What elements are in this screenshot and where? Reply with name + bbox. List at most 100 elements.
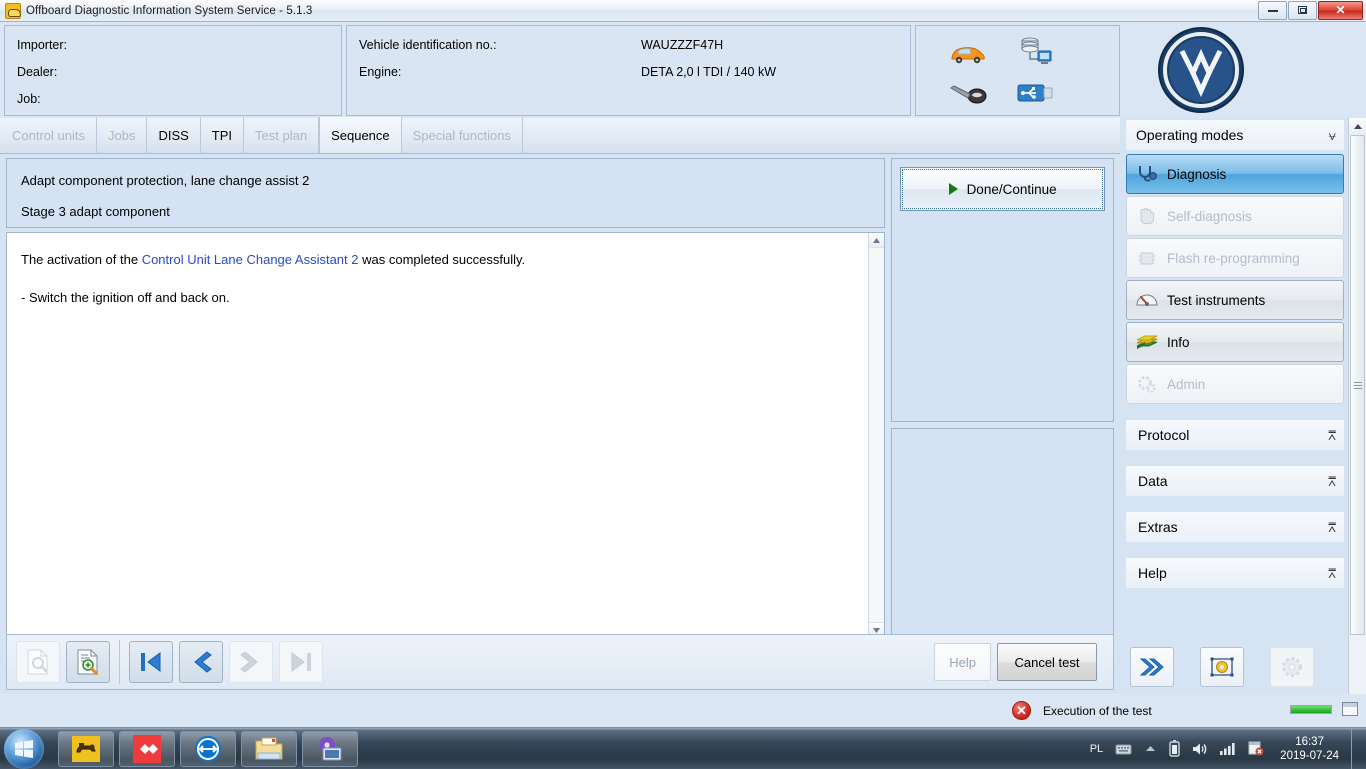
sidebar-item-self-diagnosis[interactable]: Self-diagnosis [1126, 196, 1344, 236]
tab-jobs[interactable]: Jobs [97, 117, 148, 153]
sidebar-item-label: Self-diagnosis [1167, 208, 1252, 224]
sidebar-item-info[interactable]: Info [1126, 322, 1344, 362]
action-button-column: Done/Continue [891, 158, 1114, 638]
server-network-icon[interactable] [1001, 33, 1068, 73]
taskbar-clock[interactable]: 16:37 2019-07-24 [1280, 735, 1339, 763]
gears-icon [1135, 372, 1159, 396]
language-indicator[interactable]: PL [1090, 743, 1103, 755]
done-continue-label: Done/Continue [966, 181, 1057, 197]
teamviewer-taskbar-item[interactable] [180, 730, 236, 767]
close-button[interactable]: ✕ [1318, 0, 1363, 20]
job-row: Job: [17, 92, 341, 106]
job-label: Job: [17, 92, 41, 106]
sidebar-item-diagnosis[interactable]: Diagnosis [1126, 154, 1344, 194]
windows-start-orb[interactable] [4, 728, 44, 769]
tab-label: Sequence [331, 127, 390, 143]
chevron-down-icon[interactable]: ⩞ [1328, 475, 1336, 488]
keyboard-icon[interactable] [1115, 743, 1132, 755]
sidebar-item-label: Flash re-programming [1167, 250, 1300, 266]
play-triangle-icon [948, 183, 958, 195]
window-titlebar: Offboard Diagnostic Information System S… [0, 0, 1366, 22]
paragraph-1-post: was completed successfully. [358, 252, 526, 267]
red-app-taskbar-item[interactable] [119, 730, 175, 767]
status-message: Execution of the test [1043, 703, 1152, 718]
done-continue-button[interactable]: Done/Continue [900, 167, 1105, 211]
flash-chip-icon [1135, 246, 1159, 270]
sidebar-item-flash-reprogramming[interactable]: Flash re-programming [1126, 238, 1344, 278]
sidebar-bottom-toolbar [1130, 640, 1348, 694]
page-scroll-up-icon[interactable] [1349, 118, 1366, 135]
next-page-button[interactable] [229, 641, 273, 683]
chevron-up-icon[interactable]: ⩝ [1329, 129, 1336, 142]
sidebar-item-test-instruments[interactable]: Test instruments [1126, 280, 1344, 320]
stethoscope-icon [1135, 162, 1159, 186]
secondary-action-panel [891, 428, 1114, 638]
car-icon[interactable] [934, 33, 1001, 73]
explorer-taskbar-item[interactable] [241, 730, 297, 767]
restore-icon [1298, 6, 1307, 14]
last-page-button[interactable] [279, 641, 323, 683]
document-tools-group [7, 635, 119, 689]
usb-icon[interactable] [1001, 73, 1068, 113]
task-title: Adapt component protection, lane change … [21, 173, 310, 188]
status-window-icon[interactable] [1342, 702, 1358, 716]
action-center-icon[interactable] [1248, 741, 1264, 756]
tab-tpi[interactable]: TPI [201, 117, 245, 153]
document-zoom-button[interactable] [66, 641, 110, 683]
tab-special-functions[interactable]: Special functions [402, 117, 523, 153]
document-scrollbar[interactable] [868, 233, 885, 637]
sidebar-item-label: Test instruments [1167, 292, 1266, 308]
restore-button[interactable] [1288, 0, 1317, 20]
operating-modes-header[interactable]: Operating modes ⩝ [1126, 120, 1344, 150]
chevron-down-icon[interactable]: ⩞ [1328, 429, 1336, 442]
sidebar-section-extras[interactable]: Extras ⩞ [1126, 512, 1344, 542]
tab-test-plan[interactable]: Test plan [244, 117, 320, 153]
chevron-down-icon[interactable]: ⩞ [1328, 521, 1336, 534]
show-desktop-button[interactable] [1351, 728, 1360, 769]
clock-date: 2019-07-24 [1280, 749, 1339, 762]
page-scrollbar[interactable] [1348, 118, 1366, 694]
tab-label: Jobs [107, 127, 136, 143]
tab-control-units[interactable]: Control units [0, 117, 97, 153]
document-preview-button[interactable] [16, 641, 60, 683]
status-bar: ✕ Execution of the test [0, 694, 1366, 727]
previous-page-button[interactable] [179, 641, 223, 683]
eject-icon[interactable] [1144, 744, 1157, 754]
tab-label: Control units [12, 127, 85, 143]
minimize-button[interactable] [1258, 0, 1287, 20]
sidebar-section-protocol[interactable]: Protocol ⩞ [1126, 420, 1344, 450]
tab-sequence[interactable]: Sequence [319, 117, 402, 153]
clock-time: 16:37 [1295, 735, 1324, 748]
taskbar-items [58, 730, 363, 767]
sidebar-section-label: Help [1138, 565, 1167, 581]
sidebar-section-data[interactable]: Data ⩞ [1126, 466, 1344, 496]
document-panel: The activation of the Control Unit Lane … [6, 232, 886, 638]
network-signal-icon[interactable] [1220, 742, 1236, 755]
tab-bar: Control units Jobs DISS TPI Test plan Se… [0, 117, 1120, 154]
scroll-track[interactable] [869, 248, 885, 622]
odis-taskbar-item[interactable] [58, 730, 114, 767]
system-tray: PL 16:37 2019-07-24 [1084, 728, 1366, 769]
sidebar-item-label: Diagnosis [1167, 166, 1227, 182]
settings-button[interactable] [1270, 647, 1314, 687]
primary-action-panel: Done/Continue [891, 158, 1114, 422]
fast-forward-button[interactable] [1130, 647, 1174, 687]
customer-info-panel: Importer: Dealer: Job: [4, 25, 342, 116]
sidebar-section-help[interactable]: Help ⩞ [1126, 558, 1344, 588]
chevron-down-icon[interactable]: ⩞ [1328, 567, 1336, 580]
volume-icon[interactable] [1192, 742, 1208, 756]
page-scroll-thumb[interactable] [1350, 135, 1365, 635]
first-page-button[interactable] [129, 641, 173, 683]
control-unit-link[interactable]: Control Unit Lane Change Assistant 2 [142, 252, 359, 267]
scroll-up-icon[interactable] [869, 233, 885, 248]
cancel-test-button[interactable]: Cancel test [997, 643, 1097, 681]
battery-icon[interactable] [1169, 740, 1180, 757]
minimize-icon [1267, 9, 1278, 12]
tab-diss[interactable]: DISS [147, 117, 201, 153]
focus-target-button[interactable] [1200, 647, 1244, 687]
help-button[interactable]: Help [934, 643, 991, 681]
sidebar-item-admin[interactable]: Admin [1126, 364, 1344, 404]
operating-modes-list: Diagnosis Self-diagnosis Flash re-progra… [1126, 154, 1344, 404]
key-icon[interactable] [934, 73, 1001, 113]
media-app-taskbar-item[interactable] [302, 730, 358, 767]
